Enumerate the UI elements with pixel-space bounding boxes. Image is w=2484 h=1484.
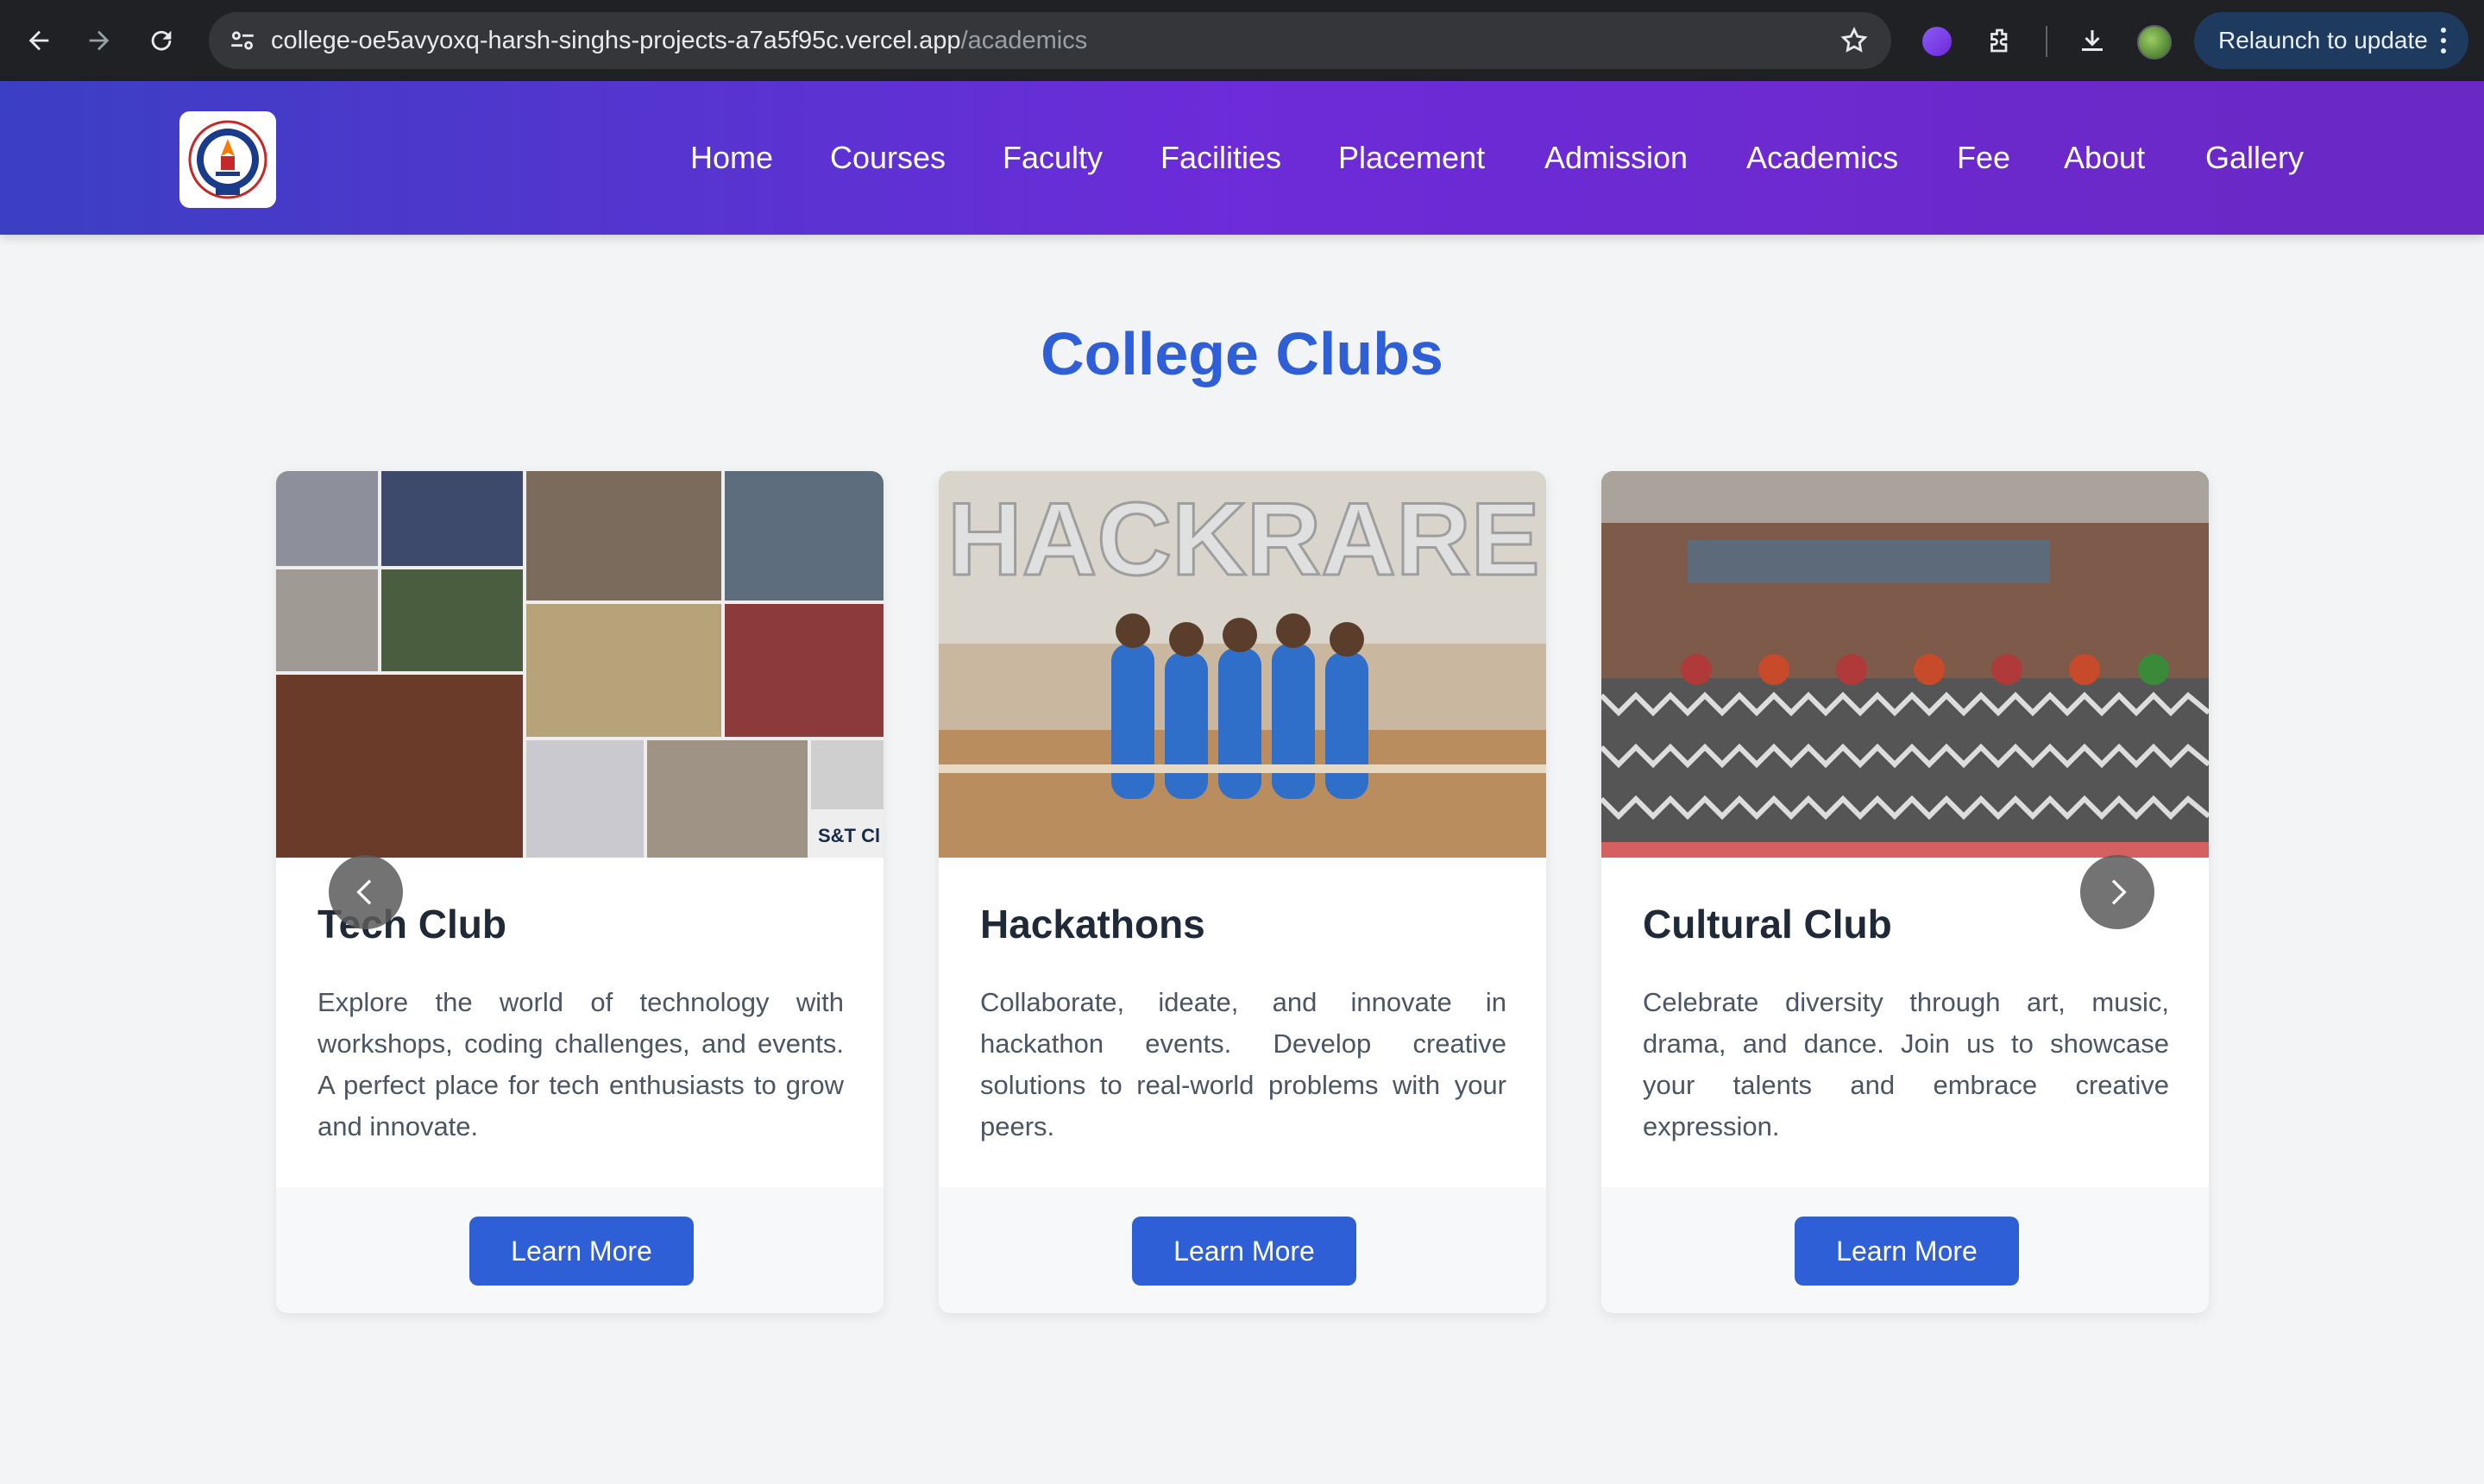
learn-more-button[interactable]: Learn More [469,1217,694,1286]
url-host: college-oe5avyoxq-harsh-singhs-projects-… [271,27,961,54]
relaunch-label: Relaunch to update [2218,27,2428,53]
chevron-left-icon [356,879,372,905]
section-title: College Clubs [1041,320,1443,387]
profile-avatar[interactable] [2137,25,2172,60]
nav-admission[interactable]: Admission [1544,140,1688,176]
nav-fee[interactable]: Fee [1957,140,2010,176]
club-description: Celebrate diversity through art, music, … [1643,987,2169,1141]
college-logo[interactable] [179,111,276,208]
tech-photo-caption: S&T Cl [818,825,880,846]
nav-faculty[interactable]: Faculty [1003,140,1103,176]
nav-academics[interactable]: Academics [1746,140,1898,176]
extension-icon[interactable] [1922,27,1952,56]
toolbar-separator [2046,26,2047,57]
relaunch-button[interactable]: Relaunch to update [2194,12,2468,69]
chevron-right-icon [2111,879,2127,905]
browser-toolbar: college-oe5avyoxq-harsh-singhs-projects-… [0,0,2484,81]
arrow-right-icon [89,30,110,51]
learn-more-button[interactable]: Learn More [1132,1217,1356,1286]
reload-icon [151,30,172,51]
download-icon [2082,30,2103,51]
nav-home[interactable]: Home [690,140,773,176]
nav-about[interactable]: About [2064,140,2145,176]
club-card-hackathons: HACKRARE Hackathons Collaborate, ideate,… [939,471,1546,1313]
site-header: Home Courses Faculty Facilities Placemen… [0,81,2484,235]
url-text[interactable]: college-oe5avyoxq-harsh-singhs-projects-… [271,12,1087,69]
back-button[interactable] [17,19,60,62]
club-title: Hackathons [980,902,1205,946]
hackathons-photo: HACKRARE [939,471,1546,858]
extensions-button[interactable] [1979,19,2022,62]
nav-courses[interactable]: Courses [830,140,946,176]
arrow-left-icon [28,30,49,51]
nav-facilities[interactable]: Facilities [1160,140,1281,176]
learn-more-button[interactable]: Learn More [1795,1217,2019,1286]
carousel-prev-button[interactable] [329,855,403,929]
club-title: Cultural Club [1643,902,1892,946]
url-path: /academics [960,27,1088,54]
puzzle-icon [1990,28,2008,53]
downloads-button[interactable] [2071,19,2114,62]
site-settings-icon [231,31,254,50]
tech-club-photo: S&T Cl [276,471,884,858]
club-description: Collaborate, ideate, and innovate in hac… [980,987,1506,1141]
forward-button[interactable] [78,19,121,62]
college-emblem-icon [188,120,267,199]
nav-gallery[interactable]: Gallery [2205,140,2304,176]
carousel-next-button[interactable] [2080,855,2154,929]
bookmark-star-icon[interactable] [1839,26,1869,55]
nav-placement[interactable]: Placement [1338,140,1485,176]
reload-button[interactable] [140,19,183,62]
cultural-club-photo [1601,471,2209,858]
menu-dots-icon [2441,28,2446,53]
club-description: Explore the world of technology with wor… [318,987,844,1141]
hackathons-photo-caption: HACKRARE [947,481,1540,597]
address-bar[interactable]: college-oe5avyoxq-harsh-singhs-projects-… [209,12,1891,69]
